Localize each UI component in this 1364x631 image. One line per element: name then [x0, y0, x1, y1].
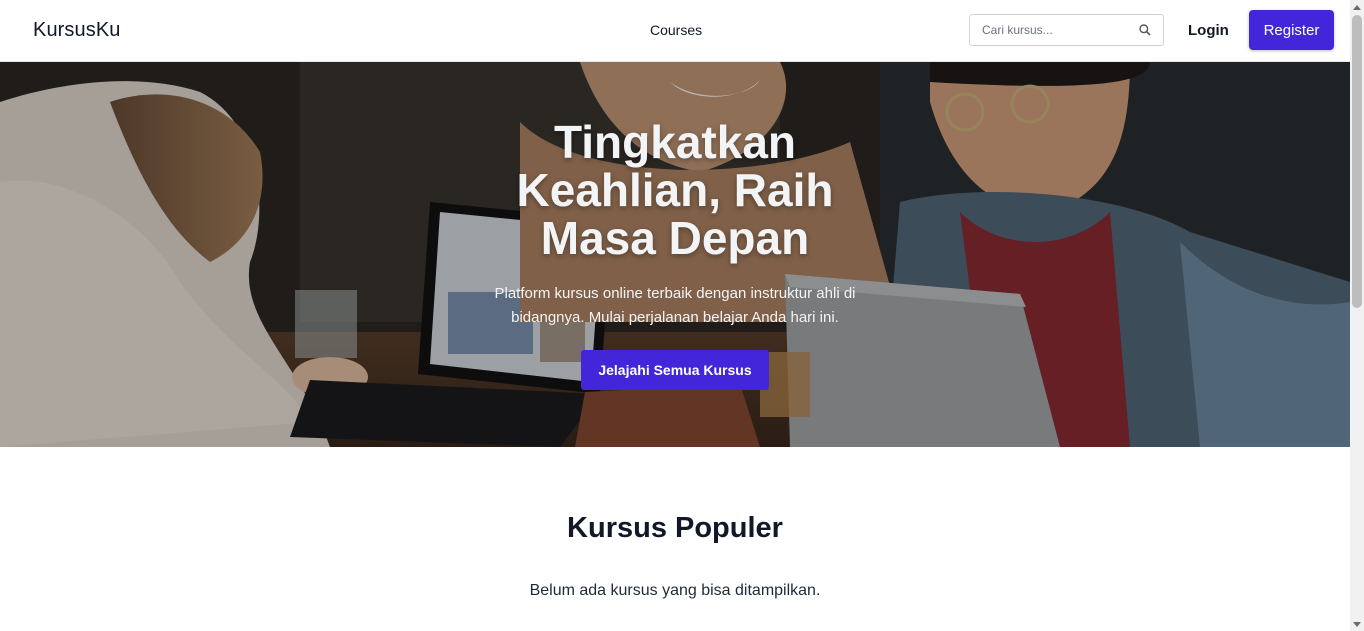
register-button[interactable]: Register	[1249, 10, 1334, 50]
scrollbar-thumb[interactable]	[1352, 15, 1362, 308]
login-link[interactable]: Login	[1188, 22, 1229, 39]
hero-title-line-2: Keahlian, Raih	[516, 164, 834, 216]
page-scrollbar[interactable]	[1350, 0, 1364, 631]
search-icon[interactable]	[1138, 23, 1152, 37]
hero-title-line-1: Tingkatkan	[554, 116, 796, 168]
popular-courses-title: Kursus Populer	[567, 512, 783, 544]
explore-courses-button[interactable]: Jelajahi Semua Kursus	[581, 350, 769, 390]
nav-link-courses[interactable]: Courses	[650, 22, 702, 38]
hero-title: Tingkatkan Keahlian, Raih Masa Depan	[450, 118, 900, 262]
hero-subtitle: Platform kursus online terbaik dengan in…	[494, 285, 856, 326]
hero-title-line-3: Masa Depan	[540, 212, 810, 264]
hero-content: Tingkatkan Keahlian, Raih Masa Depan Pla…	[450, 118, 900, 390]
navbar: KursusKu Courses Login Register	[0, 0, 1350, 62]
empty-courses-message: Belum ada kursus yang bisa ditampilkan.	[529, 582, 821, 599]
search-box	[969, 14, 1164, 46]
search-input[interactable]	[970, 15, 1130, 45]
hero-banner: Tingkatkan Keahlian, Raih Masa Depan Pla…	[0, 62, 1350, 447]
chevron-down-icon[interactable]	[1353, 622, 1361, 627]
chevron-up-icon[interactable]	[1353, 5, 1361, 10]
brand-logo[interactable]: KursusKu	[33, 19, 121, 42]
